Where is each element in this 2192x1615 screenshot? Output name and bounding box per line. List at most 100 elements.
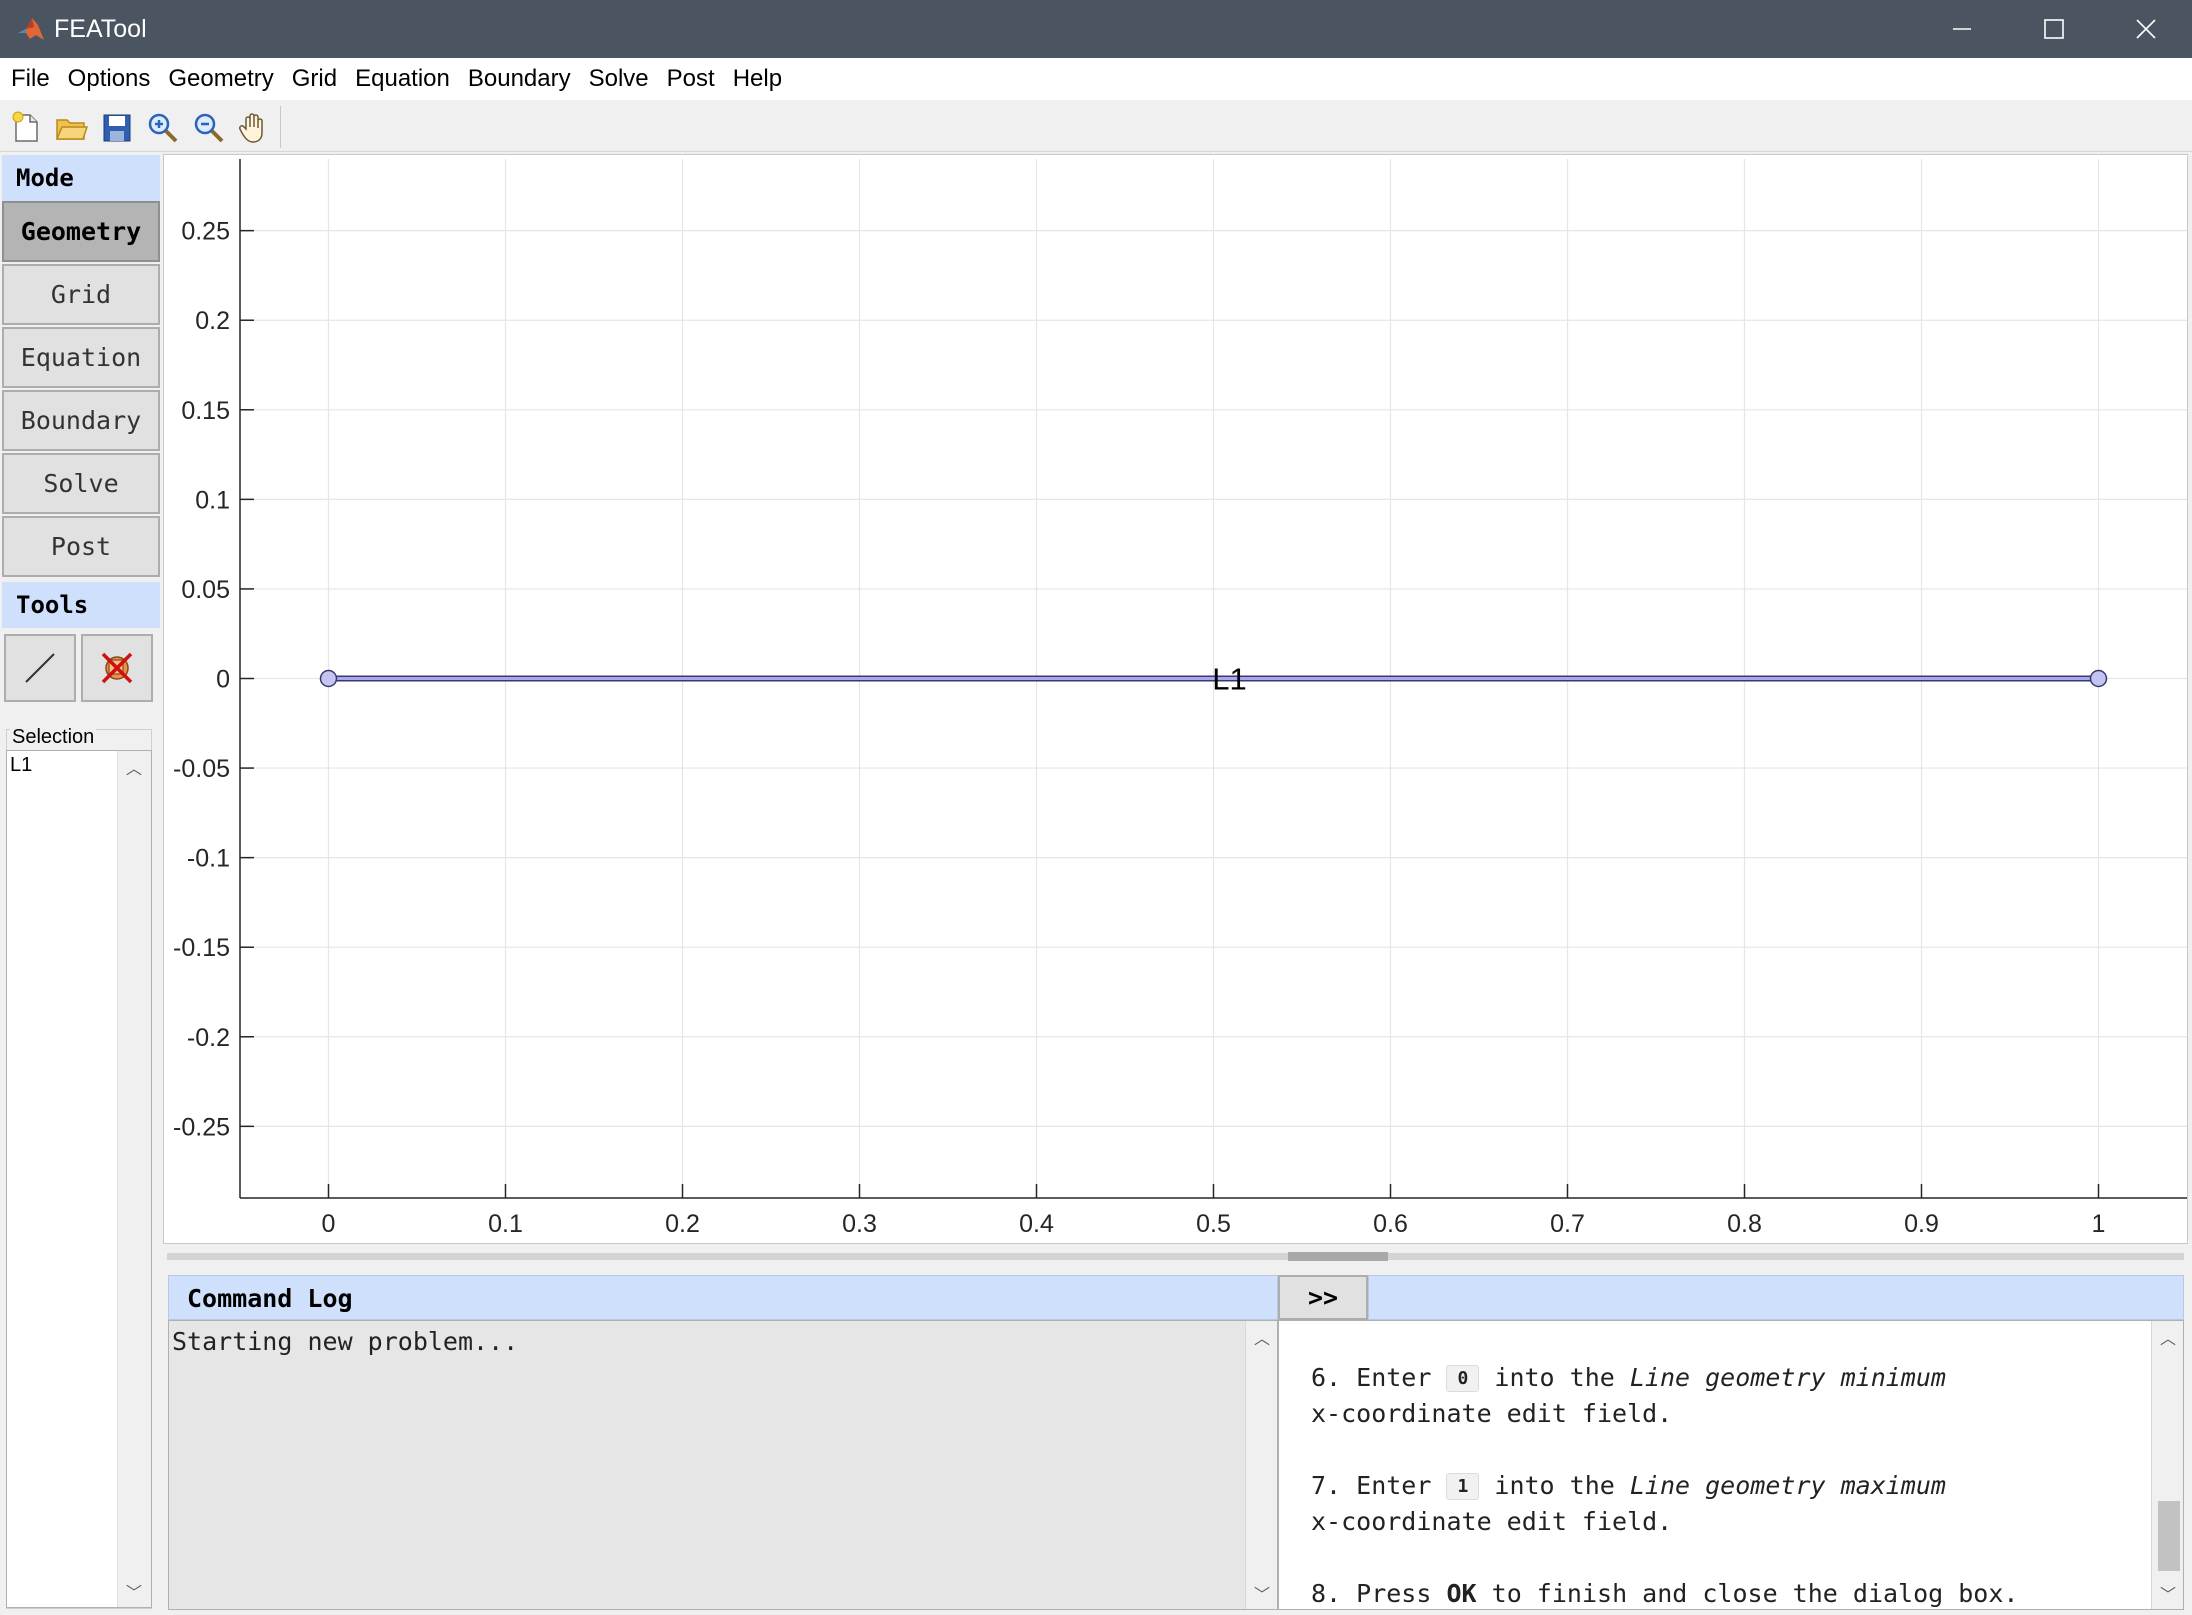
window-title: FEATool <box>54 15 147 43</box>
selection-list[interactable]: L1 ︿ ﹀ <box>6 750 152 1608</box>
y-tick-label: -0.25 <box>173 1113 230 1141</box>
open-folder-icon <box>55 119 88 140</box>
new-file-button[interactable] <box>6 108 46 148</box>
help-scrollbar[interactable]: ︿ ﹀ <box>2151 1321 2183 1609</box>
step-7-mid: into the <box>1494 1471 1615 1500</box>
command-log-text: Starting new problem... <box>172 1327 519 1356</box>
step-8-ok: OK <box>1446 1579 1477 1608</box>
scroll-up-icon[interactable]: ︿ <box>2152 1323 2183 1351</box>
y-tick-label: 0.05 <box>181 576 230 604</box>
x-tick-label: 0.9 <box>1904 1210 1939 1238</box>
y-tick-label: -0.1 <box>187 845 230 873</box>
selection-item[interactable]: L1 <box>10 754 32 777</box>
command-log-scrollbar[interactable]: ︿ ﹀ <box>1245 1321 1277 1609</box>
y-tick-label: -0.15 <box>173 934 230 962</box>
minimize-icon <box>1953 28 1971 30</box>
step-6-mid: into the <box>1494 1363 1615 1392</box>
x-tick-label: 0.4 <box>1019 1210 1054 1238</box>
step-6-value: 0 <box>1446 1365 1480 1392</box>
splitter-handle[interactable] <box>1288 1252 1388 1261</box>
matlab-logo-icon <box>16 15 46 43</box>
axes: 0 0.1 0.2 0.3 0.4 0.5 0.6 0.7 0.8 0.9 1 0.25 0.2 0.15… <box>173 159 2187 1238</box>
minimize-button[interactable] <box>1916 0 2008 58</box>
step-7-value: 1 <box>1446 1473 1480 1500</box>
step-8-number: 8. Press <box>1311 1579 1432 1608</box>
geometry-vertex <box>2089 669 2108 688</box>
y-tick-label: -0.05 <box>173 755 230 783</box>
help-step-7-line-2: x-coordinate edit field. <box>1311 1507 1673 1536</box>
command-log-header: Command Log <box>168 1275 1278 1320</box>
x-tick-label: 0.8 <box>1727 1210 1762 1238</box>
command-log[interactable]: Starting new problem... ︿ ﹀ <box>168 1320 1278 1610</box>
scroll-up-icon[interactable]: ︿ <box>1246 1323 1278 1351</box>
mode-grid-button[interactable]: Grid <box>2 264 160 325</box>
y-tick-label: 0.15 <box>181 397 230 425</box>
x-tick-label: 0.1 <box>488 1210 523 1238</box>
scroll-down-icon[interactable]: ﹀ <box>118 1577 150 1605</box>
menu-help[interactable]: Help <box>724 58 791 100</box>
mode-geometry-button[interactable]: Geometry <box>2 201 160 262</box>
line-draw-icon <box>25 653 55 683</box>
step-8-rest: to finish and close the dialog box. <box>1491 1579 2019 1608</box>
zoom-in-icon <box>148 113 178 143</box>
menu-geometry[interactable]: Geometry <box>159 58 282 100</box>
mode-solve-button[interactable]: Solve <box>2 453 160 514</box>
splitter-track <box>167 1253 2184 1260</box>
step-7-field: Line geometry maximum <box>1629 1471 1946 1500</box>
help-header <box>1368 1275 2184 1320</box>
mode-header: Mode <box>2 155 160 201</box>
x-tick-label: 0.7 <box>1550 1210 1585 1238</box>
selection-scrollbar[interactable]: ︿ ﹀ <box>117 751 151 1607</box>
x-tick-label: 0.5 <box>1196 1210 1231 1238</box>
help-scroll-thumb[interactable] <box>2158 1501 2180 1571</box>
expand-button[interactable]: >> <box>1278 1275 1368 1320</box>
x-tick-label: 0.3 <box>842 1210 877 1238</box>
close-icon <box>2136 19 2156 39</box>
title-bar: FEATool <box>0 0 2192 58</box>
x-tick-label: 0.6 <box>1373 1210 1408 1238</box>
new-file-icon <box>12 111 38 142</box>
pan-button[interactable] <box>234 108 274 148</box>
menu-solve[interactable]: Solve <box>580 58 658 100</box>
toolbar-separator <box>280 106 281 148</box>
x-tick-label: 0.2 <box>665 1210 700 1238</box>
geometry-plot[interactable]: 0 0.1 0.2 0.3 0.4 0.5 0.6 0.7 0.8 0.9 1 0.25 0.2 0.15… <box>163 154 2188 1244</box>
tools-header: Tools <box>2 582 160 628</box>
scroll-up-icon[interactable]: ︿ <box>118 753 150 781</box>
mode-boundary-button[interactable]: Boundary <box>2 390 160 451</box>
zoom-out-button[interactable] <box>189 108 229 148</box>
panel-splitter[interactable] <box>163 1248 2188 1264</box>
selection-label: Selection <box>10 726 97 749</box>
menu-equation[interactable]: Equation <box>346 58 459 100</box>
mode-post-button[interactable]: Post <box>2 516 160 577</box>
x-tick-label: 1 <box>2092 1210 2106 1238</box>
help-step-8-line-1: 8. Press OK to finish and close the dial… <box>1311 1579 2018 1608</box>
y-tick-label: 0.2 <box>195 307 230 335</box>
help-step-7-line-1: 7. Enter 1 into the Line geometry maximu… <box>1311 1471 1946 1500</box>
scroll-down-icon[interactable]: ﹀ <box>2152 1579 2183 1607</box>
help-pane[interactable]: 6. Enter 0 into the Line geometry minimu… <box>1278 1320 2184 1610</box>
maximize-button[interactable] <box>2008 0 2100 58</box>
menu-options[interactable]: Options <box>59 58 160 100</box>
pan-hand-icon <box>239 113 263 143</box>
menu-grid[interactable]: Grid <box>283 58 346 100</box>
menu-file[interactable]: File <box>2 58 59 100</box>
menu-boundary[interactable]: Boundary <box>459 58 580 100</box>
open-file-button[interactable] <box>51 108 91 148</box>
line-tool-button[interactable] <box>4 634 76 702</box>
geometry-vertex <box>319 669 338 688</box>
mode-equation-button[interactable]: Equation <box>2 327 160 388</box>
step-7-number: 7. Enter <box>1311 1471 1432 1500</box>
scroll-down-icon[interactable]: ﹀ <box>1246 1579 1278 1607</box>
plot-canvas[interactable]: 0 0.1 0.2 0.3 0.4 0.5 0.6 0.7 0.8 0.9 1 0.25 0.2 0.15… <box>164 155 2189 1245</box>
y-tick-label: 0.25 <box>181 218 230 246</box>
geometry-label: L1 <box>1212 662 1246 697</box>
menu-post[interactable]: Post <box>658 58 724 100</box>
maximize-icon <box>2044 19 2064 39</box>
save-button[interactable] <box>97 108 137 148</box>
zoom-in-button[interactable] <box>143 108 183 148</box>
x-tick-label: 0 <box>322 1210 336 1238</box>
close-button[interactable] <box>2100 0 2192 58</box>
save-icon <box>103 114 131 142</box>
delete-geometry-button[interactable] <box>81 634 153 702</box>
